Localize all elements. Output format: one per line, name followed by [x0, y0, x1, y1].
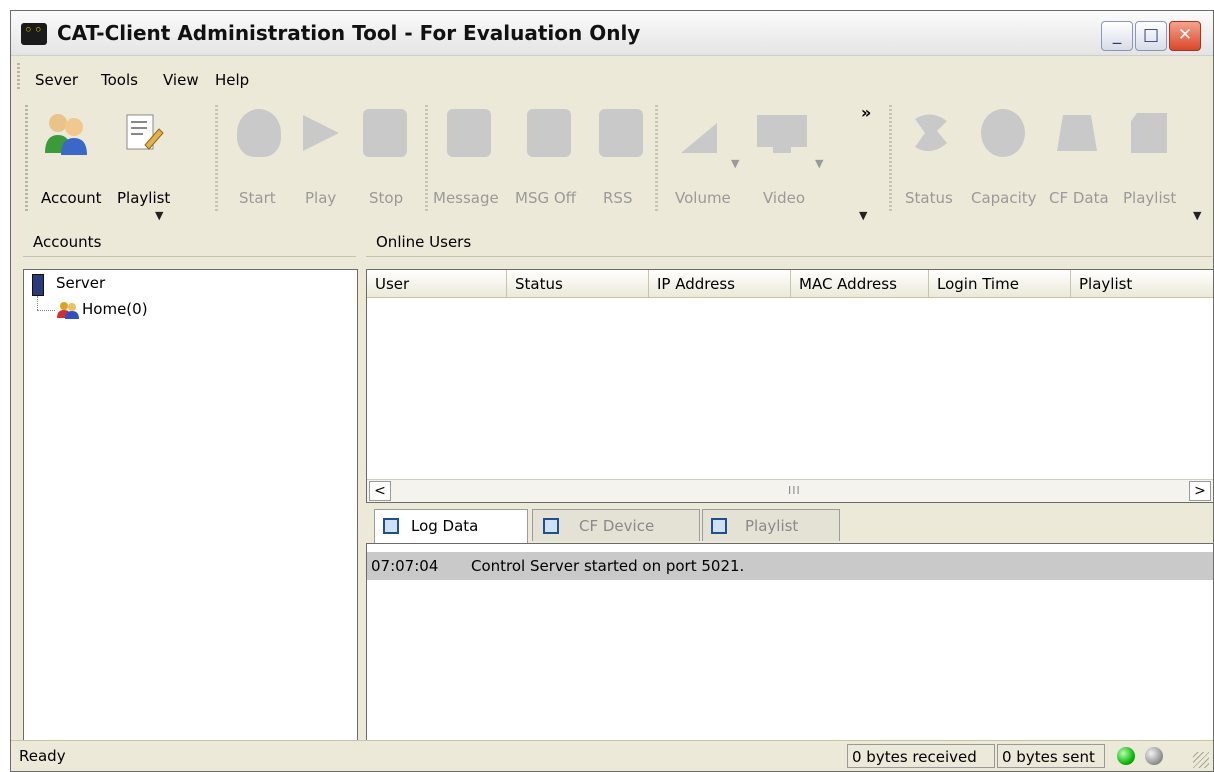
- toolbar-separator: [889, 105, 892, 213]
- capacity-icon: [981, 109, 1025, 157]
- scroll-left-icon[interactable]: <: [369, 481, 391, 501]
- column-header-mac-address[interactable]: MAC Address: [791, 270, 929, 298]
- status-bar: Ready 0 bytes received 0 bytes sent: [11, 740, 1213, 771]
- close-button[interactable]: ✕: [1169, 21, 1201, 51]
- log-message: Control Server started on port 5021.: [471, 557, 745, 575]
- online-users-header: Online Users: [366, 227, 1212, 257]
- menu-bar: Sever Tools View Help: [11, 57, 1213, 97]
- log-time: 07:07:04: [371, 557, 439, 575]
- activity-led-gray-icon: [1145, 747, 1163, 765]
- volume-dropdown-icon[interactable]: ▼: [731, 157, 739, 170]
- maximize-button[interactable]: □: [1135, 21, 1167, 51]
- cf-device-icon: [543, 518, 559, 534]
- server-icon: [32, 274, 44, 296]
- start-button[interactable]: Start: [239, 189, 276, 207]
- column-header-ip-address[interactable]: IP Address: [649, 270, 791, 298]
- scroll-right-icon[interactable]: >: [1189, 481, 1211, 501]
- accounts-header: Accounts: [23, 227, 356, 257]
- online-users-table[interactable]: User Status IP Address MAC Address Login…: [366, 269, 1214, 503]
- column-header-status[interactable]: Status: [507, 270, 649, 298]
- tab-playlist[interactable]: Playlist: [702, 509, 840, 541]
- log-tabs: Log Data CF Device Playlist: [366, 509, 1212, 543]
- tab-log-data[interactable]: Log Data: [374, 509, 528, 543]
- log-row[interactable]: 07:07:04 Control Server started on port …: [367, 552, 1213, 580]
- column-header-playlist[interactable]: Playlist: [1071, 270, 1213, 298]
- toolbar-overflow-icon[interactable]: »: [861, 103, 871, 122]
- stop-icon: [363, 109, 407, 157]
- rss-icon: [599, 109, 643, 157]
- chevron-down-icon[interactable]: ▼: [859, 209, 867, 222]
- column-header-user[interactable]: User: [367, 270, 507, 298]
- chevron-down-icon[interactable]: ▼: [1193, 209, 1201, 222]
- message-icon: [447, 109, 491, 157]
- toolbar-separator: [425, 105, 428, 213]
- toolbar: Account Playlist ▼ Start Play Stop Messa…: [11, 97, 1213, 222]
- app-window: CAT-Client Administration Tool - For Eva…: [10, 10, 1214, 772]
- menu-view[interactable]: View: [163, 71, 199, 89]
- video-button[interactable]: Video: [763, 189, 805, 207]
- account-button[interactable]: Account: [41, 189, 102, 207]
- resize-grip-icon[interactable]: [1193, 752, 1209, 768]
- menu-tools[interactable]: Tools: [101, 71, 138, 89]
- cf-data-button[interactable]: CF Data: [1049, 189, 1109, 207]
- menu-sever[interactable]: Sever: [35, 71, 78, 89]
- column-header-login-time[interactable]: Login Time: [929, 270, 1071, 298]
- account-users-icon[interactable]: [43, 109, 87, 157]
- title-bar[interactable]: CAT-Client Administration Tool - For Eva…: [11, 11, 1213, 56]
- app-cat-icon: [21, 21, 47, 45]
- minimize-button[interactable]: _: [1101, 21, 1133, 51]
- bytes-received: 0 bytes received: [847, 744, 995, 768]
- play-button[interactable]: Play: [305, 189, 336, 207]
- toolbar-separator: [655, 105, 658, 213]
- bytes-sent: 0 bytes sent: [997, 744, 1105, 768]
- toolbar-separator: [215, 105, 218, 213]
- chevron-down-icon[interactable]: ▼: [155, 209, 163, 222]
- horizontal-scrollbar[interactable]: < III >: [367, 479, 1213, 502]
- log-list[interactable]: 07:07:04 Control Server started on port …: [366, 543, 1214, 745]
- playlist-icon: [1127, 109, 1171, 157]
- shield-icon: [237, 109, 281, 157]
- group-users-icon: [56, 300, 80, 324]
- video-dropdown-icon[interactable]: ▼: [815, 157, 823, 170]
- msg-off-button[interactable]: MSG Off: [515, 189, 576, 207]
- tree-item-home[interactable]: Home(0): [82, 300, 148, 318]
- playlist-edit-icon[interactable]: [121, 109, 165, 157]
- video-monitor-icon: [755, 109, 809, 157]
- tab-cf-device[interactable]: CF Device: [532, 509, 700, 541]
- playlist-tab-icon: [711, 518, 727, 534]
- status-button[interactable]: Status: [905, 189, 953, 207]
- volume-button[interactable]: Volume: [675, 189, 731, 207]
- scrollbar-thumb-grip[interactable]: III: [788, 484, 801, 497]
- accounts-tree[interactable]: Server Home(0): [23, 269, 358, 745]
- log-data-icon: [383, 518, 399, 534]
- rss-button[interactable]: RSS: [603, 189, 632, 207]
- tree-line: [37, 296, 39, 310]
- volume-icon: [677, 109, 721, 157]
- tree-item-server[interactable]: Server: [56, 274, 105, 292]
- status-icon: [909, 109, 953, 157]
- menu-grip[interactable]: [17, 63, 20, 91]
- playlist-status-button[interactable]: Playlist: [1123, 189, 1176, 207]
- toolbar-grip[interactable]: [25, 105, 28, 213]
- menu-help[interactable]: Help: [215, 71, 249, 89]
- status-text: Ready: [19, 747, 66, 765]
- message-button[interactable]: Message: [433, 189, 499, 207]
- play-icon: [299, 109, 343, 157]
- capacity-button[interactable]: Capacity: [971, 189, 1037, 207]
- stop-button[interactable]: Stop: [369, 189, 403, 207]
- tree-line: [37, 310, 55, 312]
- message-off-icon: [527, 109, 571, 157]
- playlist-button[interactable]: Playlist: [117, 189, 170, 207]
- window-title: CAT-Client Administration Tool - For Eva…: [57, 21, 641, 45]
- connection-led-green-icon: [1117, 747, 1135, 765]
- cf-data-icon: [1055, 109, 1099, 157]
